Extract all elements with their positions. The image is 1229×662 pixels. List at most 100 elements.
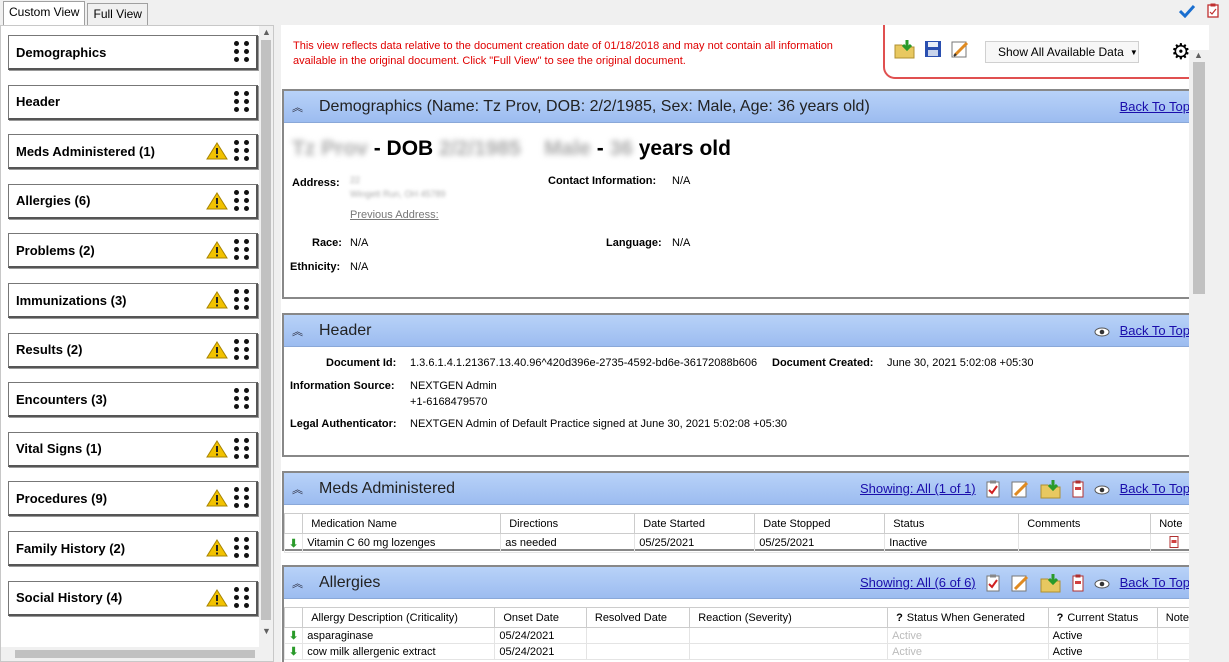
note-icon[interactable]: [1072, 574, 1084, 592]
column-header[interactable]: ? Status When Generated: [887, 607, 1049, 628]
main-scroll-thumb[interactable]: [1193, 62, 1205, 294]
column-header[interactable]: Medication Name: [302, 513, 502, 534]
collapse-icon[interactable]: ︽: [292, 575, 303, 591]
edit-notes-icon[interactable]: [1010, 480, 1030, 498]
cell: Active: [887, 643, 1049, 660]
collapse-icon[interactable]: ︽: [292, 481, 303, 497]
column-header[interactable]: Date Started: [634, 513, 756, 534]
sidebar-item[interactable]: Header: [8, 84, 258, 120]
sidebar-item[interactable]: Social History (4): [8, 580, 258, 616]
tab-custom-view[interactable]: Custom View: [3, 1, 86, 25]
column-header[interactable]: Date Stopped: [754, 513, 886, 534]
previous-address-link[interactable]: Previous Address:: [350, 209, 439, 221]
drag-handle-icon[interactable]: [234, 537, 252, 559]
warning-icon: [206, 439, 228, 458]
sidebar-item[interactable]: Immunizations (3): [8, 283, 258, 318]
back-to-top-link[interactable]: Back To Top: [1120, 481, 1190, 496]
meds-table-header-row: Medication Name Directions Date Started …: [283, 513, 1198, 534]
patient-banner: Tz Prov - DOB 2/2/1985 Male - 36 years o…: [292, 137, 731, 160]
scroll-up-arrow-icon[interactable]: ▲: [1194, 50, 1203, 60]
eye-icon[interactable]: [1094, 482, 1110, 496]
demographics-title: Demographics (Name: Tz Prov, DOB: 2/2/19…: [319, 97, 870, 115]
sidebar-item-label: Demographics: [16, 44, 107, 60]
allergies-table-header-row: Allergy Description (Criticality) Onset …: [283, 607, 1199, 628]
sidebar-item[interactable]: Allergies (6): [8, 183, 258, 219]
sidebar-scroll-thumb[interactable]: [261, 40, 271, 620]
meds-section: ︽ Meds Administered Showing: All (1 of 1…: [282, 471, 1200, 553]
drag-handle-icon[interactable]: [234, 586, 252, 609]
drag-handle-icon[interactable]: [234, 437, 252, 460]
tab-full-view[interactable]: Full View: [87, 3, 148, 25]
column-header[interactable]: Comments: [1018, 513, 1152, 534]
drag-handle-icon[interactable]: [234, 338, 252, 361]
column-header[interactable]: Onset Date: [494, 607, 587, 628]
help-icon[interactable]: ?: [896, 612, 903, 624]
sidebar-item[interactable]: Family History (2): [8, 531, 258, 566]
note-icon[interactable]: [1169, 535, 1179, 548]
note-icon[interactable]: [1072, 480, 1084, 498]
checkmark-icon[interactable]: [1179, 4, 1195, 18]
sidebar-horizontal-scrollbar[interactable]: [1, 647, 273, 661]
sidebar-item[interactable]: Procedures (9): [8, 481, 258, 517]
drag-handle-icon[interactable]: [234, 189, 252, 212]
back-to-top-link[interactable]: Back To Top: [1120, 323, 1190, 338]
edit-notes-icon[interactable]: [1010, 574, 1030, 592]
sidebar-vertical-scrollbar[interactable]: ▲ ▼: [259, 26, 273, 649]
column-header[interactable]: ? Current Status: [1047, 607, 1158, 628]
drag-handle-icon[interactable]: [234, 388, 252, 410]
data-filter-dropdown[interactable]: Show All Available Data ▼: [985, 41, 1139, 63]
drag-handle-icon[interactable]: [234, 90, 252, 113]
table-row[interactable]: ⬇ asparaginase 05/24/2021 Active Active: [283, 627, 1199, 644]
column-header[interactable]: Directions: [500, 513, 636, 534]
clipboard-check-icon[interactable]: [1207, 3, 1219, 18]
edit-notes-icon[interactable]: [950, 39, 970, 59]
drag-handle-icon[interactable]: [234, 487, 252, 509]
back-to-top-link[interactable]: Back To Top: [1120, 99, 1190, 114]
sidebar-item-label: Immunizations (3): [16, 292, 127, 308]
sidebar-item[interactable]: Problems (2): [8, 233, 258, 269]
column-header[interactable]: Allergy Description (Criticality): [302, 607, 496, 628]
doc-id-value: 1.3.6.1.4.1.21367.13.40.96^420d396e-2735…: [410, 357, 758, 369]
sidebar-hscroll-thumb[interactable]: [15, 650, 255, 658]
main-vertical-scrollbar[interactable]: ▲: [1189, 50, 1209, 662]
ethnicity-label: Ethnicity:: [290, 261, 341, 273]
meds-showing-link[interactable]: Showing: All (1 of 1): [860, 481, 976, 496]
clipboard-check-icon[interactable]: [986, 574, 1000, 592]
gear-icon[interactable]: ⚙: [1171, 39, 1191, 65]
save-icon[interactable]: [924, 40, 942, 58]
back-to-top-link[interactable]: Back To Top: [1120, 575, 1190, 590]
eye-icon[interactable]: [1094, 576, 1110, 590]
sidebar-item-label: Encounters (3): [16, 391, 108, 407]
scroll-down-arrow-icon[interactable]: ▼: [262, 626, 271, 636]
import-folder-icon[interactable]: [894, 39, 916, 59]
column-header[interactable]: Status: [884, 513, 1020, 534]
legal-authenticator-label: Legal Authenticator:: [290, 418, 397, 430]
drag-handle-icon[interactable]: [234, 239, 252, 261]
import-folder-icon[interactable]: [1040, 573, 1062, 593]
column-header[interactable]: Resolved Date: [585, 607, 691, 628]
eye-icon[interactable]: [1094, 324, 1110, 338]
collapse-icon[interactable]: ︽: [292, 99, 303, 115]
import-folder-icon[interactable]: [1040, 479, 1062, 499]
sidebar-item-label: Vital Signs (1): [16, 441, 102, 457]
scroll-up-arrow-icon[interactable]: ▲: [262, 27, 271, 37]
collapse-icon[interactable]: ︽: [292, 323, 303, 339]
sidebar-item[interactable]: Demographics: [8, 35, 258, 70]
sidebar-item[interactable]: Encounters (3): [8, 382, 258, 418]
help-icon[interactable]: ?: [1057, 612, 1064, 624]
clipboard-check-icon[interactable]: [986, 480, 1000, 498]
sidebar-item-label: Results (2): [16, 342, 83, 358]
drag-handle-icon[interactable]: [234, 41, 252, 63]
drag-handle-icon[interactable]: [234, 140, 252, 162]
table-row[interactable]: ⬇ cow milk allergenic extract 05/24/2021…: [283, 643, 1199, 660]
sidebar-item[interactable]: Vital Signs (1): [8, 431, 258, 467]
cell: [689, 627, 889, 644]
sidebar-item[interactable]: Results (2): [8, 332, 258, 368]
drag-handle-icon[interactable]: [234, 289, 252, 311]
demographics-header: ︽ Demographics (Name: Tz Prov, DOB: 2/2/…: [284, 91, 1198, 123]
sidebar-item[interactable]: Meds Administered (1): [8, 134, 258, 170]
table-row[interactable]: ⬇ Vitamin C 60 mg lozenges as needed 05/…: [283, 533, 1198, 553]
column-header[interactable]: Reaction (Severity): [689, 607, 889, 628]
sidebar-item-label: Family History (2): [16, 540, 126, 556]
allergies-showing-link[interactable]: Showing: All (6 of 6): [860, 575, 976, 590]
